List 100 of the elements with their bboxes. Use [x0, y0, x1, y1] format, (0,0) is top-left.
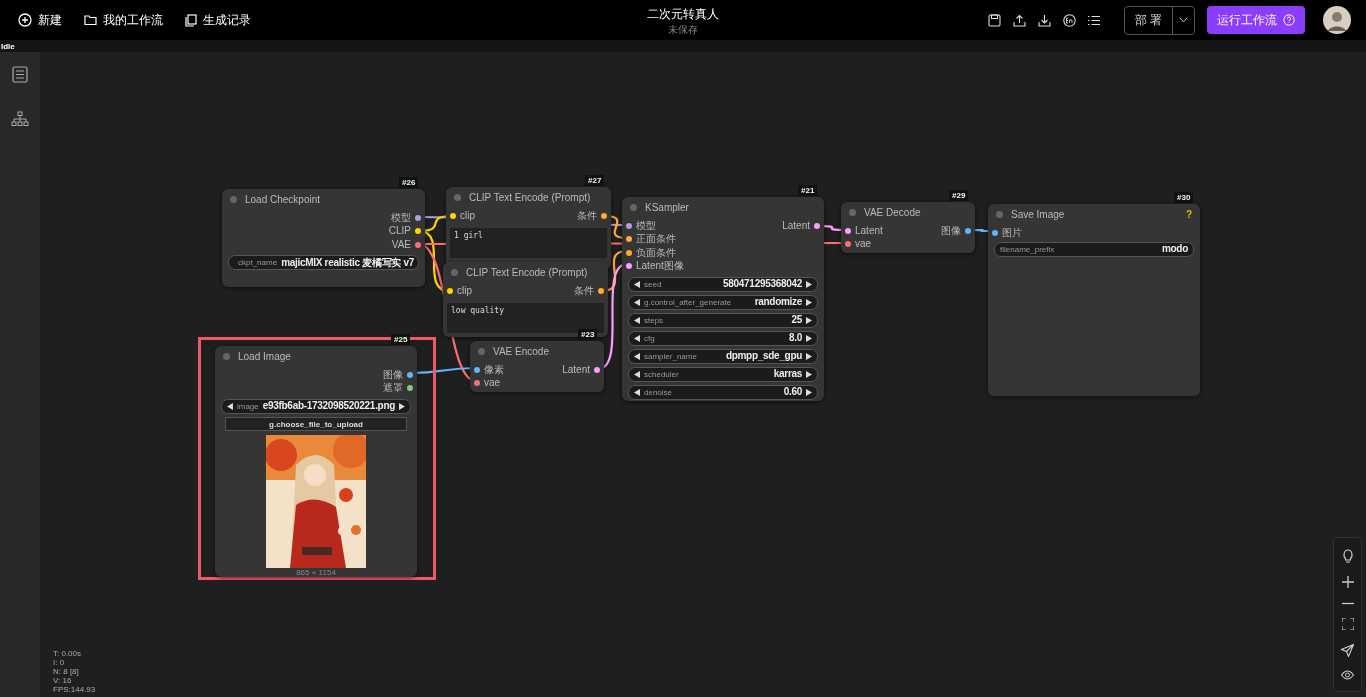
node-title: Load Checkpoint [245, 193, 321, 205]
eye-icon[interactable] [1341, 670, 1354, 681]
combo-widget[interactable]: seed 580471295368042 [628, 276, 818, 292]
output-label: 遮罩 [383, 382, 403, 395]
combo-widget[interactable]: ckpt_name majicMIX realistic 麦橘写实 v7 [228, 255, 419, 270]
right-arrow-icon[interactable] [806, 370, 812, 378]
right-arrow-icon[interactable] [806, 298, 812, 306]
widget-value: e93fb6ab-1732098520221.png [262, 400, 396, 412]
upload-button[interactable]: g.choose_file_to_upload [225, 417, 407, 431]
left-arrow-icon[interactable] [634, 370, 640, 378]
toolbar-button[interactable]: 生成记录 [185, 11, 251, 29]
help-mark[interactable]: ? [1185, 208, 1192, 220]
collapse-dot[interactable] [451, 268, 458, 276]
input-socket[interactable] [626, 222, 632, 229]
input-label: clip [460, 209, 475, 222]
output-socket[interactable] [407, 371, 413, 378]
node-id: #30 [1174, 192, 1194, 203]
document-icon[interactable] [12, 66, 28, 83]
collapse-dot[interactable] [849, 208, 856, 216]
output-socket[interactable] [415, 241, 421, 248]
text-field[interactable]: filename_prefix modo [994, 241, 1194, 257]
left-arrow-icon[interactable] [634, 388, 640, 396]
output-label: VAE [391, 238, 411, 251]
fullscreen-icon[interactable] [1341, 618, 1354, 631]
download-icon[interactable] [1038, 13, 1051, 27]
node-card[interactable]: Load Image 图像 遮罩 image e93fb6ab-1732098520221.png g.choose_file_to_upload 865 × 1154 [215, 346, 417, 577]
run-workflow-button[interactable]: 运行工作流 [1207, 6, 1305, 34]
left-arrow-icon[interactable] [227, 402, 233, 410]
left-arrow-icon[interactable] [634, 298, 640, 306]
toolbar-button[interactable]: 我的工作流 [84, 11, 163, 29]
prompt-textarea[interactable]: low quality [447, 302, 604, 333]
node-id: #23 [578, 329, 598, 340]
left-arrow-icon[interactable] [634, 334, 640, 342]
avatar[interactable] [1323, 6, 1351, 34]
left-arrow-icon[interactable] [634, 280, 640, 288]
input-label: 模型 [636, 219, 656, 232]
left-arrow-icon[interactable] [634, 316, 640, 324]
output-socket[interactable] [814, 222, 820, 229]
combo-widget[interactable]: denoise 0.60 [628, 384, 818, 400]
output-socket[interactable] [407, 385, 413, 392]
node-id: #29 [949, 190, 969, 201]
output-socket[interactable] [601, 212, 607, 219]
widget-value: modo [1161, 243, 1188, 255]
node-title: VAE Encode [493, 345, 549, 357]
input-socket[interactable] [992, 229, 998, 236]
combo-widget[interactable]: g.control_after_generate randomize [628, 294, 818, 310]
input-socket[interactable] [450, 212, 456, 219]
output-socket[interactable] [415, 228, 421, 235]
node-card[interactable]: Save Image ? 图片 filename_prefix modo [988, 204, 1200, 396]
right-arrow-icon[interactable] [399, 402, 405, 410]
right-arrow-icon[interactable] [806, 316, 812, 324]
combo-widget[interactable]: cfg 8.0 [628, 330, 818, 346]
hierarchy-icon[interactable] [11, 111, 29, 127]
widget-value: 25 [791, 314, 802, 326]
output-socket[interactable] [598, 287, 604, 294]
right-arrow-icon[interactable] [806, 334, 812, 342]
input-socket[interactable] [626, 249, 632, 256]
input-socket[interactable] [626, 263, 632, 270]
deploy-button[interactable]: 部 署 [1125, 6, 1172, 34]
right-arrow-icon[interactable] [806, 280, 812, 288]
output-socket[interactable] [594, 366, 600, 373]
node-card[interactable]: CLIP Text Encode (Prompt) clip 条件 1 girl [446, 187, 611, 269]
collapse-dot[interactable] [223, 352, 230, 360]
combo-widget[interactable]: sampler_name dpmpp_sde_gpu [628, 348, 818, 364]
output-socket[interactable] [415, 214, 421, 221]
left-arrow-icon[interactable] [634, 352, 640, 360]
save-icon[interactable] [988, 13, 1001, 27]
widget-value: randomize [754, 296, 802, 308]
output-label: 图像 [941, 224, 961, 237]
collapse-dot[interactable] [630, 203, 637, 211]
input-socket[interactable] [474, 366, 480, 373]
lightbulb-icon[interactable] [1341, 548, 1354, 563]
combo-widget[interactable]: steps 25 [628, 312, 818, 328]
upload-icon[interactable] [1013, 13, 1026, 27]
node-card[interactable]: KSampler 模型 Latent 正面条件 负面条件 Latent图像 seed 580471295368042 g.control_after_generate randomize steps 25 cfg 8.0 sampler_name dpmpp_sde_gpu scheduler karras denoise 0.60 [622, 197, 824, 401]
zoom-in-icon[interactable] [1341, 576, 1354, 589]
collapse-dot[interactable] [230, 195, 237, 203]
input-socket[interactable] [447, 287, 453, 294]
toolbar-button[interactable]: 新建 [18, 11, 62, 29]
input-socket[interactable] [845, 227, 851, 234]
language-icon[interactable] [1063, 13, 1076, 27]
right-arrow-icon[interactable] [806, 388, 812, 396]
collapse-dot[interactable] [478, 347, 485, 355]
output-socket[interactable] [965, 227, 971, 234]
list-icon[interactable] [1088, 14, 1100, 26]
send-icon[interactable] [1341, 643, 1354, 657]
right-arrow-icon[interactable] [806, 352, 812, 360]
input-socket[interactable] [626, 236, 632, 243]
zoom-out-icon[interactable] [1341, 601, 1354, 605]
input-socket[interactable] [474, 380, 480, 387]
input-socket[interactable] [845, 241, 851, 248]
combo-widget[interactable]: scheduler karras [628, 366, 818, 382]
node-card[interactable]: Load Checkpoint 模型 CLIP VAE ckpt_name majicMIX realistic 麦橘写实 v7 [222, 189, 425, 287]
combo-widget[interactable]: image e93fb6ab-1732098520221.png [221, 398, 411, 414]
collapse-dot[interactable] [454, 193, 461, 201]
node-card[interactable]: VAE Encode 像素 Latent vae [470, 341, 604, 392]
collapse-dot[interactable] [996, 210, 1003, 218]
node-card[interactable]: VAE Decode Latent 图像 vae [841, 202, 975, 253]
prompt-textarea[interactable]: 1 girl [450, 227, 607, 258]
widget-value: 580471295368042 [723, 278, 802, 290]
